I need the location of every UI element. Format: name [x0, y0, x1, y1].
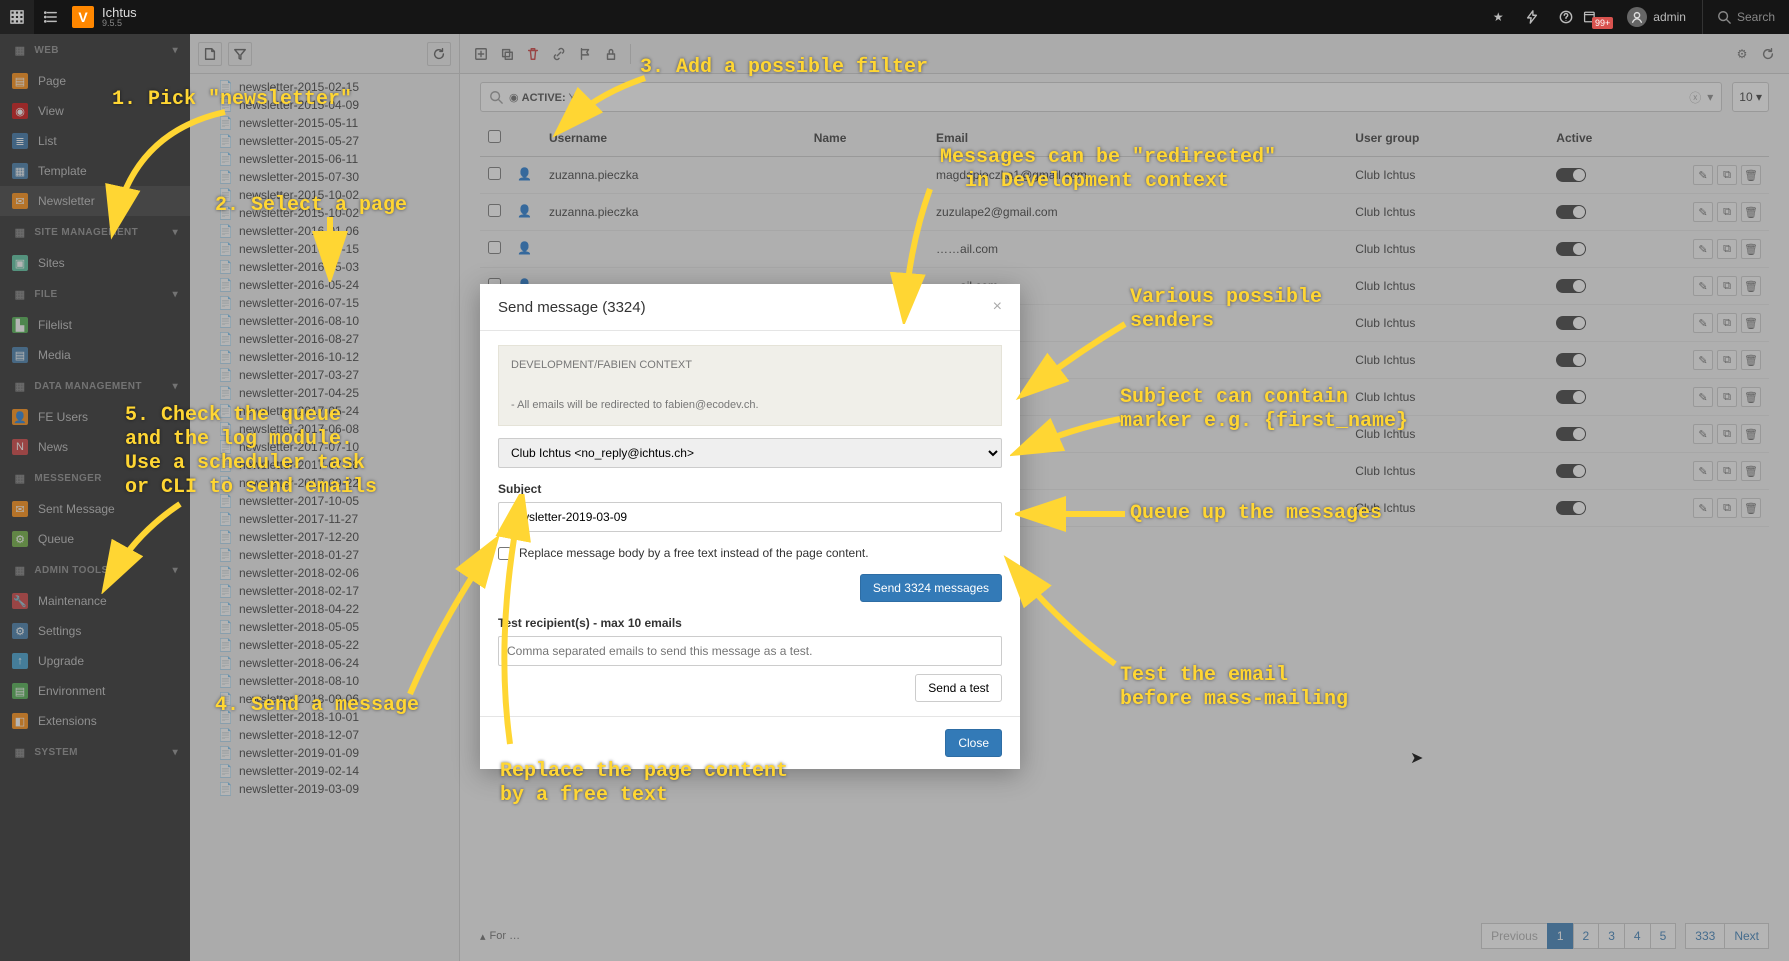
- typo3-logo-icon: V: [72, 6, 94, 28]
- user-menu[interactable]: admin: [1617, 7, 1696, 27]
- global-search[interactable]: Search: [1702, 0, 1789, 34]
- search-placeholder: Search: [1737, 10, 1775, 24]
- list-icon[interactable]: [34, 0, 68, 34]
- notifications-badge: 99+: [1592, 17, 1613, 29]
- topbar: V Ichtus 9.5.5 ★ 99+ admin Search: [0, 0, 1789, 34]
- app-version: 9.5.5: [102, 19, 137, 28]
- sender-select[interactable]: Club Ichtus <no_reply@ichtus.ch>: [498, 438, 1002, 468]
- replace-body-checkbox[interactable]: [498, 547, 511, 560]
- send-message-modal: Send message (3324) × DEVELOPMENT/FABIEN…: [480, 284, 1020, 769]
- avatar-icon: [1627, 7, 1647, 27]
- send-messages-button[interactable]: Send 3324 messages: [860, 574, 1002, 602]
- app-logo[interactable]: V Ichtus 9.5.5: [68, 6, 147, 28]
- help-icon[interactable]: [1549, 0, 1583, 34]
- close-button[interactable]: Close: [945, 729, 1002, 757]
- subject-input[interactable]: [498, 502, 1002, 532]
- subject-label: Subject: [498, 482, 1002, 496]
- modal-close-icon[interactable]: ×: [993, 298, 1002, 316]
- test-recipients-label: Test recipient(s) - max 10 emails: [498, 616, 1002, 630]
- replace-body-label: Replace message body by a free text inst…: [519, 546, 869, 560]
- modal-title: Send message (3324): [498, 299, 646, 316]
- notifications-icon[interactable]: 99+: [1583, 0, 1617, 34]
- user-name: admin: [1653, 10, 1686, 24]
- flash-icon[interactable]: [1515, 0, 1549, 34]
- bookmark-icon[interactable]: ★: [1481, 0, 1515, 34]
- test-recipients-input[interactable]: [498, 636, 1002, 666]
- grid-apps-icon[interactable]: [0, 0, 34, 34]
- search-icon: [1717, 10, 1731, 24]
- send-test-button[interactable]: Send a test: [915, 674, 1002, 702]
- devcontext-box: DEVELOPMENT/FABIEN CONTEXT - All emails …: [498, 345, 1002, 426]
